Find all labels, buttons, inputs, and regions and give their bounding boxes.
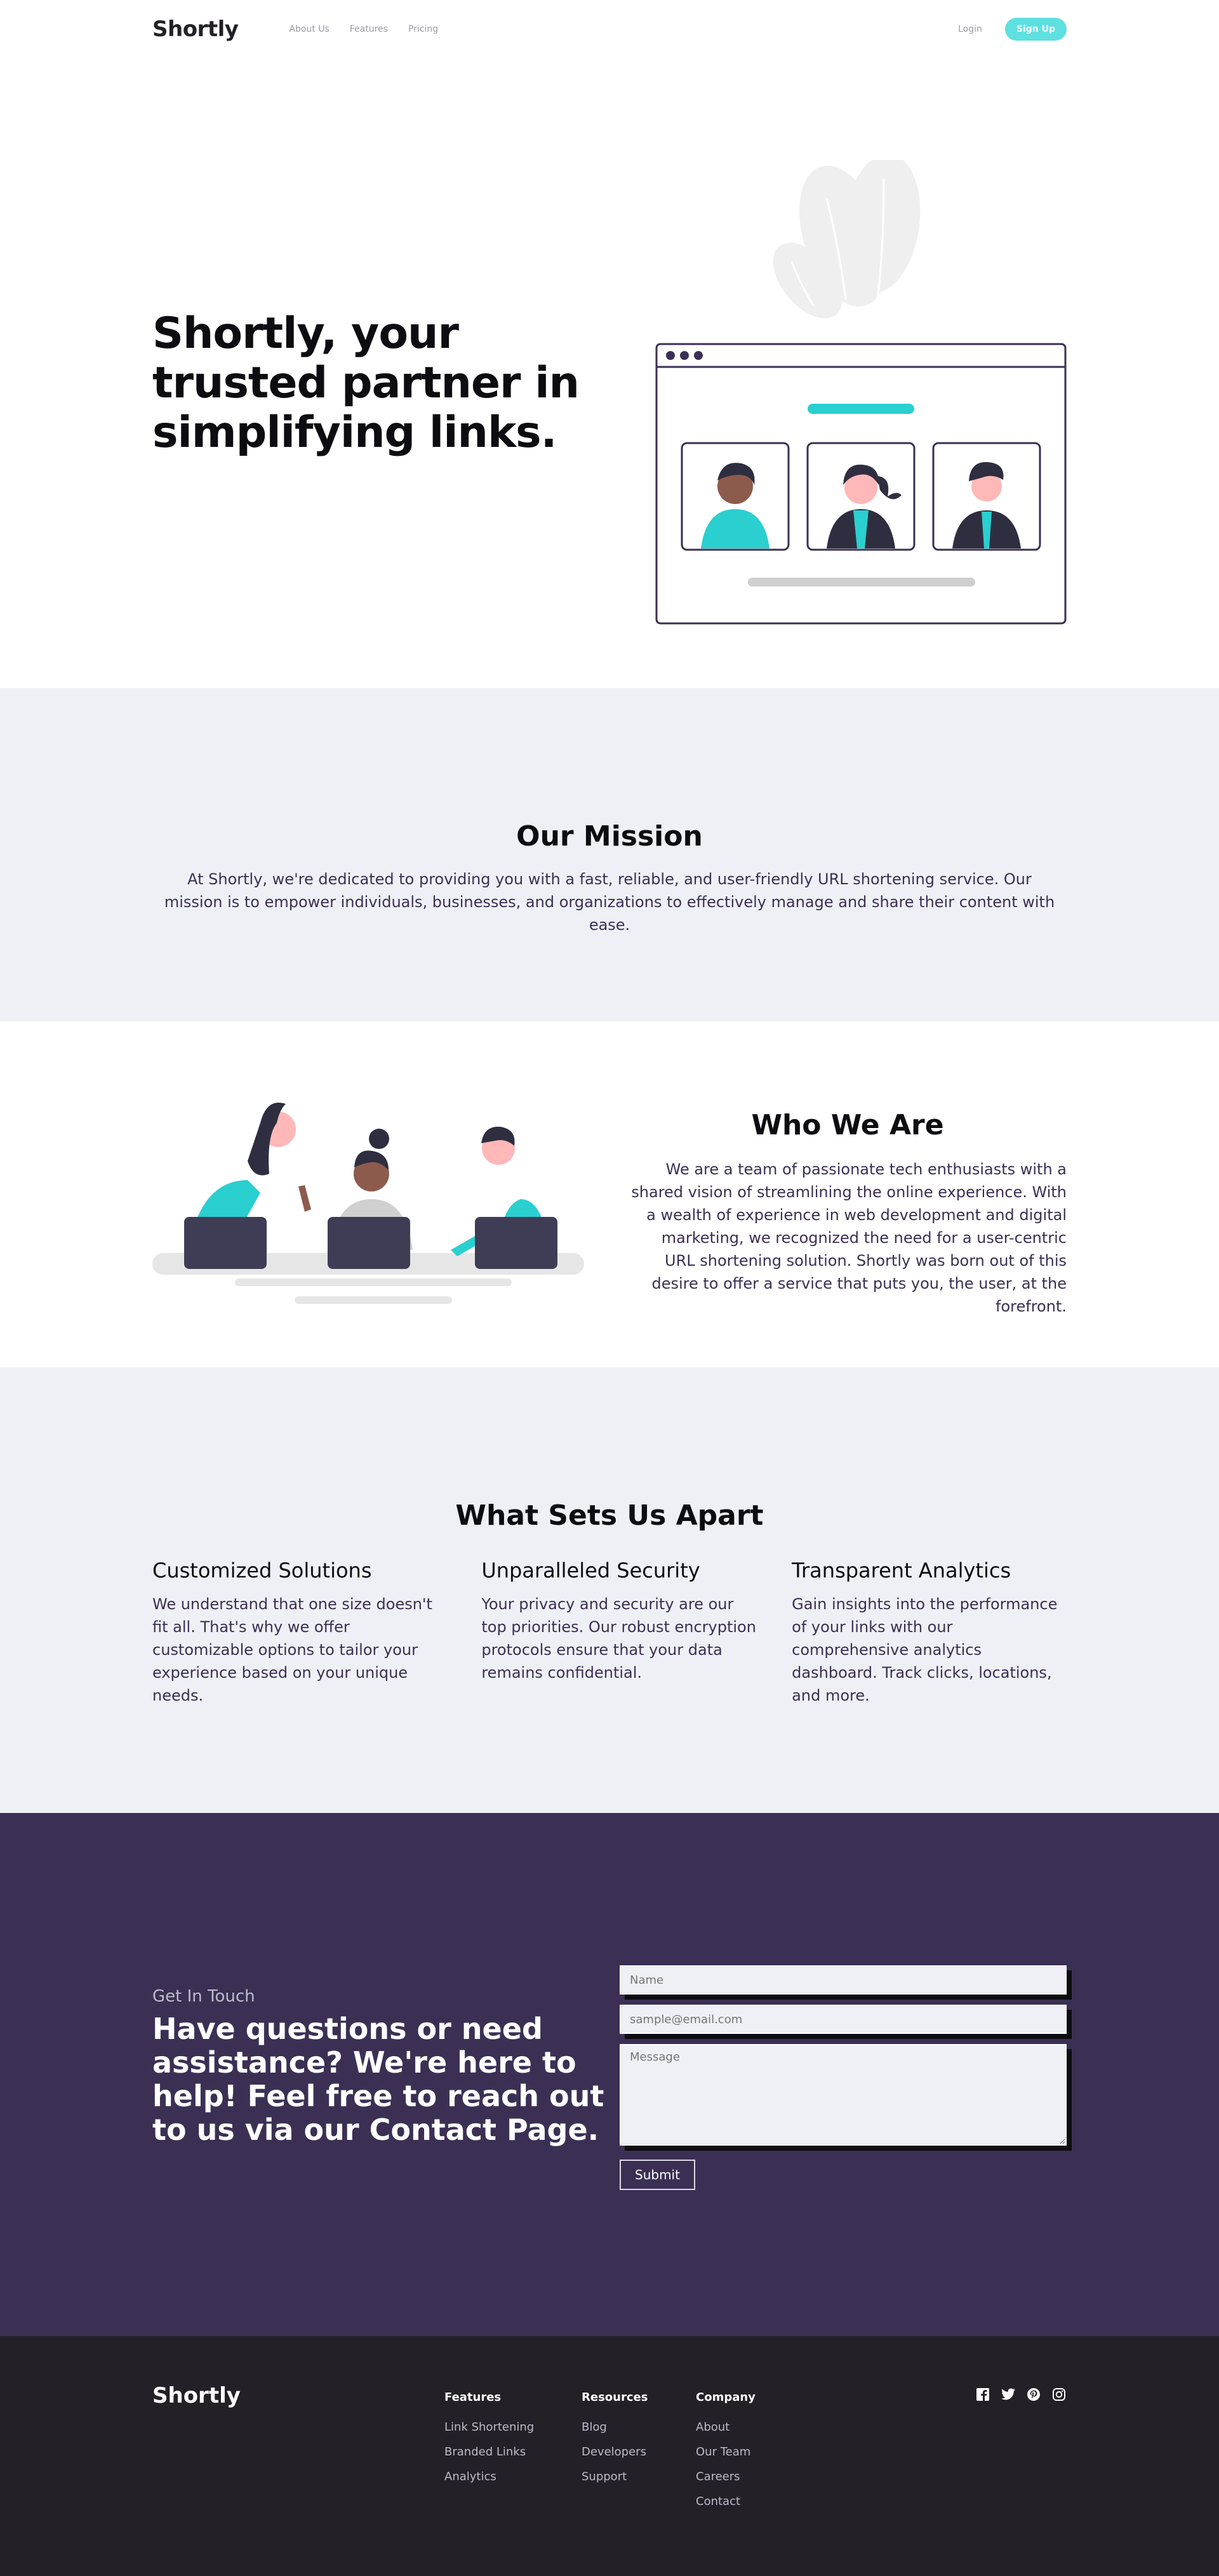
contact-form: Submit <box>620 1965 1067 2190</box>
footer-col-features: Features Link Shortening Branded Links A… <box>444 2391 534 2495</box>
hero-illustration <box>655 160 1067 625</box>
mission-title: Our Mission <box>516 820 703 853</box>
feature-title: Unparalleled Security <box>481 1558 700 1583</box>
footer-col-title: Company <box>696 2391 756 2404</box>
nav-pricing[interactable]: Pricing <box>408 24 438 34</box>
pinterest-icon[interactable] <box>1026 2387 1041 2402</box>
footer-logo[interactable]: Shortly <box>152 2383 241 2408</box>
login-link[interactable]: Login <box>958 24 982 34</box>
contact-kicker: Get In Touch <box>152 1987 255 2006</box>
footer-col-title: Resources <box>582 2391 648 2404</box>
hero-section: Shortly, your trusted partner in simplif… <box>0 58 1219 688</box>
message-textarea[interactable] <box>620 2044 1067 2146</box>
who-text: We are a team of passionate tech enthusi… <box>631 1160 1067 1315</box>
feature-list: Customized Solutions We understand that … <box>152 1558 1067 1707</box>
contact-intro: Get In Touch Have questions or need assi… <box>152 1987 610 2147</box>
logo[interactable]: Shortly <box>152 17 239 42</box>
team-illustration <box>152 1103 584 1304</box>
feature-text: We understand that one size doesn't fit … <box>152 1595 432 1704</box>
contact-section: Get In Touch Have questions or need assi… <box>0 1813 1219 2336</box>
footer-link[interactable]: Careers <box>696 2470 756 2483</box>
nav-features[interactable]: Features <box>350 24 388 34</box>
site-footer: Shortly Features Link Shortening Branded… <box>0 2336 1219 2576</box>
submit-button[interactable]: Submit <box>620 2160 695 2190</box>
who-title: Who We Are <box>751 1109 944 1141</box>
feature-text: Gain insights into the performance of yo… <box>792 1595 1058 1704</box>
mission-text: At Shortly, we're dedicated to providing… <box>164 870 1055 934</box>
apart-section: What Sets Us Apart Customized Solutions … <box>0 1367 1219 1813</box>
footer-link[interactable]: Contact <box>696 2495 756 2508</box>
site-header: Shortly About Us Features Pricing Login … <box>0 0 1219 58</box>
twitter-icon[interactable] <box>1001 2387 1016 2402</box>
footer-link[interactable]: Developers <box>582 2445 648 2459</box>
social-links <box>975 2387 1067 2402</box>
footer-link[interactable]: Support <box>582 2470 648 2483</box>
who-text-block: Who We Are We are a team of passionate t… <box>629 1109 1067 1318</box>
footer-link[interactable]: Link Shortening <box>444 2420 534 2434</box>
apart-title: What Sets Us Apart <box>455 1499 764 1532</box>
mission-section: Our Mission At Shortly, we're dedicated … <box>0 688 1219 1021</box>
feature-title: Transparent Analytics <box>792 1558 1011 1583</box>
footer-link[interactable]: Blog <box>582 2420 648 2434</box>
feature-customized: Customized Solutions We understand that … <box>152 1558 446 1707</box>
instagram-icon[interactable] <box>1051 2387 1067 2402</box>
feature-security: Unparalleled Security Your privacy and s… <box>481 1558 756 1707</box>
contact-title: Have questions or need assistance? We're… <box>152 2012 604 2147</box>
who-section: Who We Are We are a team of passionate t… <box>0 1021 1219 1367</box>
name-input[interactable] <box>620 1965 1067 1995</box>
hero-title: Shortly, your trusted partner in simplif… <box>152 309 580 458</box>
footer-link[interactable]: Branded Links <box>444 2445 534 2459</box>
facebook-icon[interactable] <box>975 2387 990 2402</box>
feature-text: Your privacy and security are our top pr… <box>481 1595 756 1682</box>
signup-button[interactable]: Sign Up <box>1004 18 1067 41</box>
auth-actions: Login Sign Up <box>958 18 1067 41</box>
main-nav: About Us Features Pricing <box>289 24 438 34</box>
feature-analytics: Transparent Analytics Gain insights into… <box>792 1558 1067 1707</box>
footer-col-resources: Resources Blog Developers Support <box>582 2391 648 2495</box>
footer-link[interactable]: Analytics <box>444 2470 534 2483</box>
footer-link[interactable]: About <box>696 2420 756 2434</box>
footer-link[interactable]: Our Team <box>696 2445 756 2459</box>
footer-col-company: Company About Our Team Careers Contact <box>696 2391 756 2520</box>
email-input[interactable] <box>620 2005 1067 2034</box>
feature-title: Customized Solutions <box>152 1558 372 1583</box>
footer-col-title: Features <box>444 2391 502 2404</box>
nav-about-us[interactable]: About Us <box>289 24 329 34</box>
